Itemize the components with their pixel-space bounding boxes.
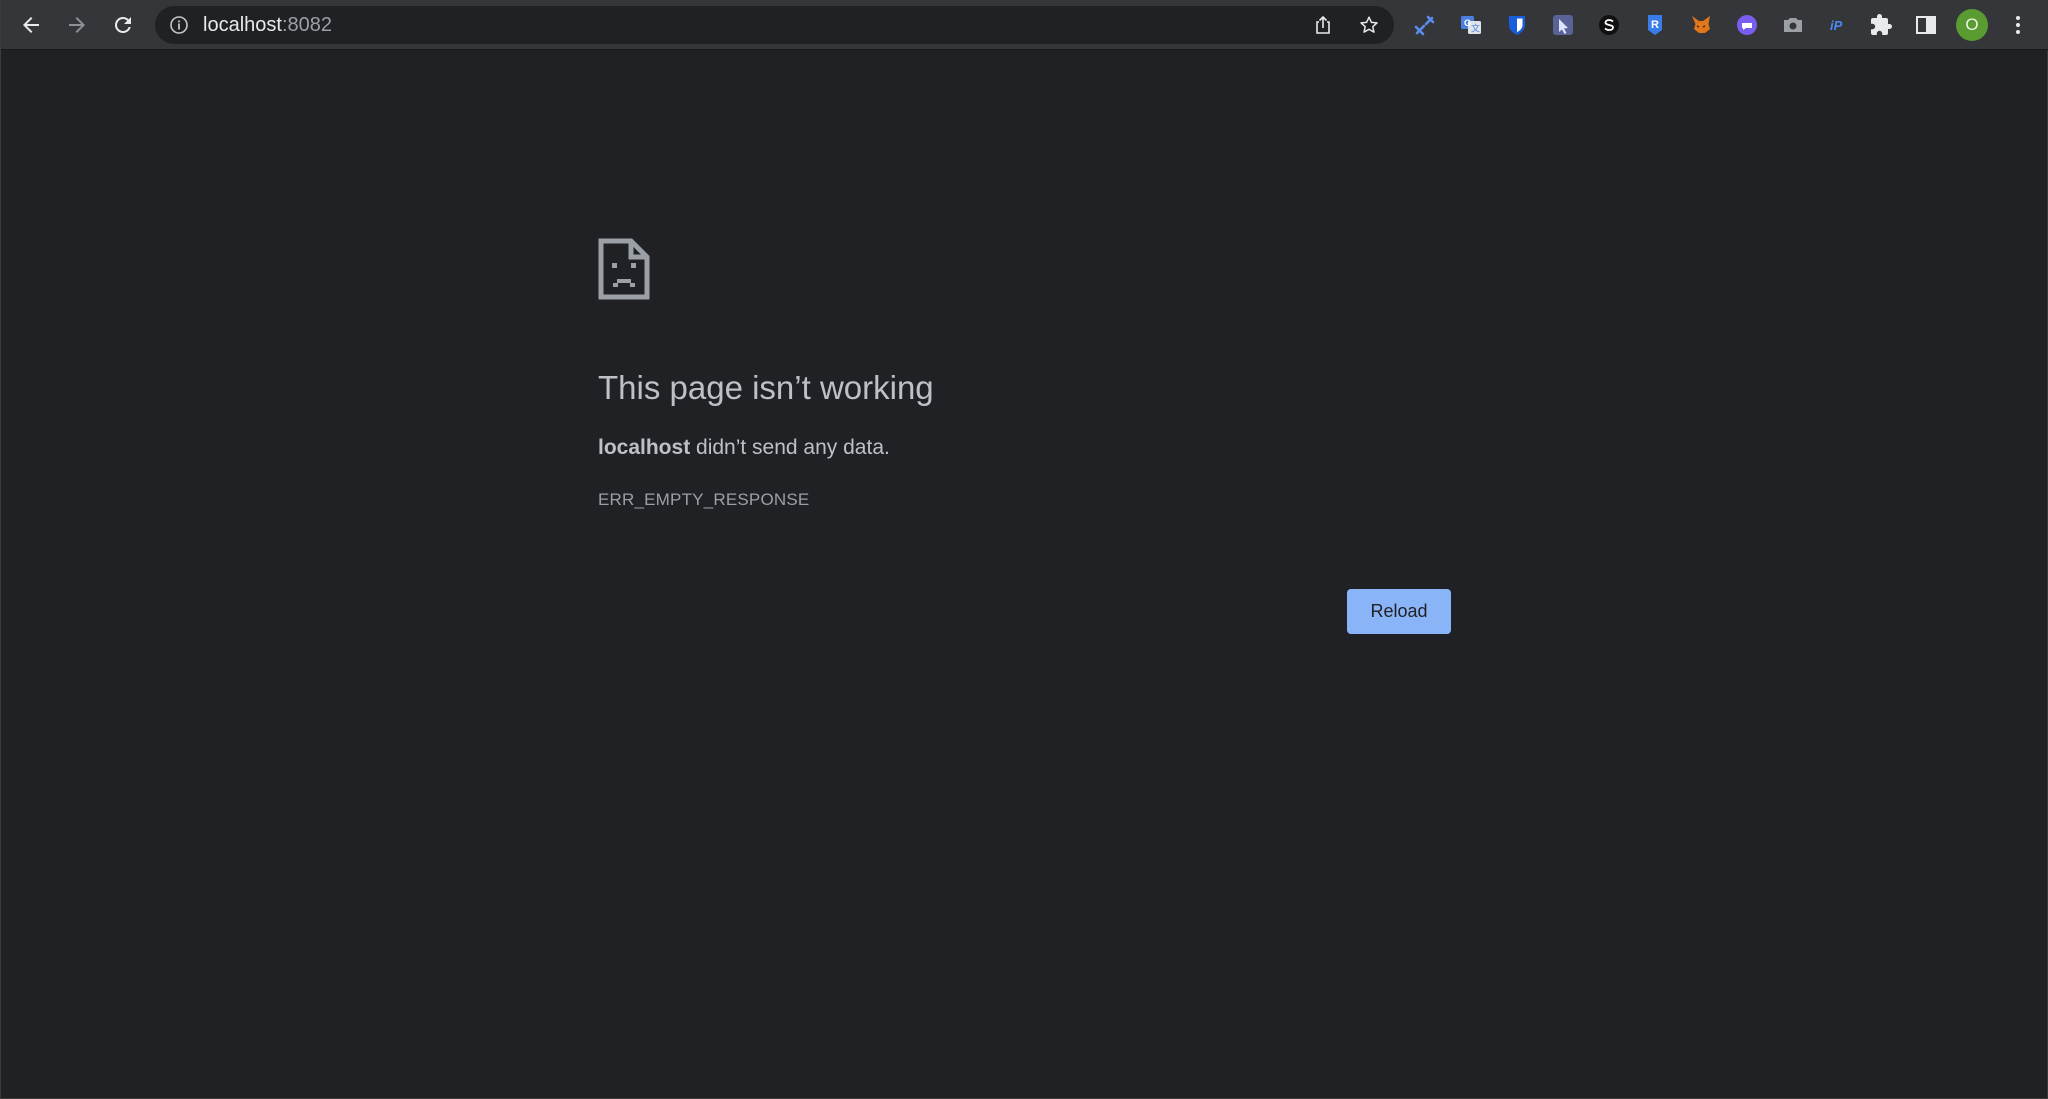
chat-extension-icon[interactable] [1733, 11, 1761, 39]
site-info-icon[interactable] [169, 15, 189, 35]
browser-toolbar: localhost:8082 G 文 R iP O [1, 0, 2048, 50]
r-extension-icon[interactable]: R [1641, 11, 1669, 39]
star-icon [1360, 16, 1378, 33]
error-description: localhost didn’t send any data. [598, 432, 890, 464]
kebab-menu-icon [2016, 16, 2020, 34]
tools-extension-icon[interactable] [1411, 11, 1439, 39]
browser-menu-button[interactable] [2004, 11, 2032, 39]
share-icon [1316, 15, 1330, 34]
url-text[interactable]: localhost:8082 [203, 6, 332, 44]
address-bar[interactable]: localhost:8082 [155, 6, 1394, 44]
side-panel-icon[interactable] [1912, 11, 1940, 39]
svg-text:G: G [1464, 18, 1471, 28]
reload-button[interactable]: Reload [1347, 589, 1451, 634]
ip-extension-icon[interactable]: iP [1825, 11, 1853, 39]
error-host: localhost [598, 436, 691, 459]
sad-page-icon [598, 238, 650, 300]
browser-window: localhost:8082 G 文 R iP O This page isn’… [0, 0, 2048, 1099]
back-arrow-icon [23, 17, 39, 33]
reload-page-button[interactable] [103, 5, 143, 45]
error-code: ERR_EMPTY_RESPONSE [598, 490, 810, 509]
back-button[interactable] [11, 5, 51, 45]
profile-avatar[interactable]: O [1956, 9, 1988, 41]
svg-text:R: R [1651, 19, 1659, 31]
puzzle-extensions-icon[interactable] [1867, 11, 1895, 39]
url-port: :8082 [281, 14, 332, 36]
bookmark-button[interactable] [1354, 10, 1384, 40]
refresh-icon [114, 16, 131, 33]
avatar-letter: O [1965, 15, 1979, 34]
url-host: localhost [203, 14, 282, 36]
camera-extension-icon[interactable] [1779, 11, 1807, 39]
share-button[interactable] [1308, 10, 1338, 40]
svg-text:iP: iP [1830, 18, 1843, 33]
forward-arrow-icon [69, 17, 85, 33]
error-title: This page isn’t working [598, 369, 934, 406]
svg-text:文: 文 [1471, 23, 1480, 35]
error-desc-suffix: didn’t send any data. [690, 436, 890, 459]
forward-button[interactable] [57, 5, 97, 45]
metamask-icon[interactable] [1687, 11, 1715, 39]
google-translate-icon[interactable]: G 文 [1457, 11, 1485, 39]
bitwarden-icon[interactable] [1503, 11, 1531, 39]
cursor-extension-icon[interactable] [1549, 11, 1577, 39]
s-extension-icon[interactable] [1595, 11, 1623, 39]
